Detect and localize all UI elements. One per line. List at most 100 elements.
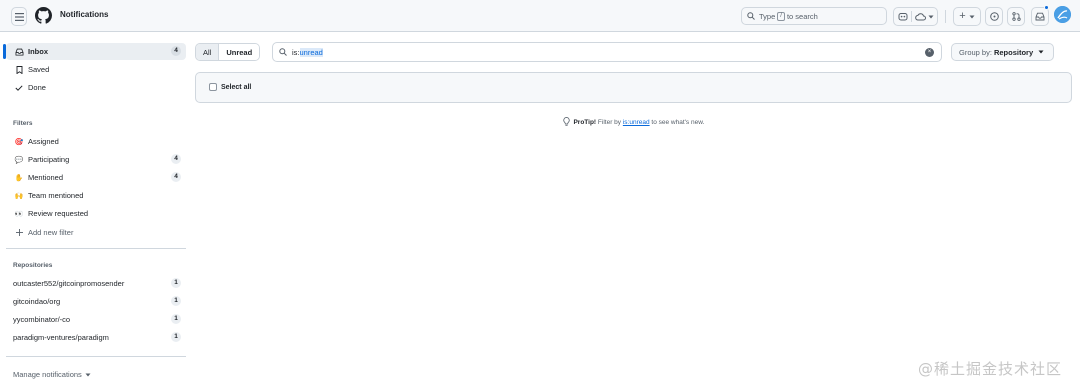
repo-count-badge: 1 xyxy=(171,278,181,288)
check-icon xyxy=(14,83,24,93)
query-value: unread xyxy=(299,47,323,57)
sidebar-divider xyxy=(6,248,186,249)
read-filter-tabs: All Unread xyxy=(195,43,261,61)
select-all-control[interactable]: Select all xyxy=(209,83,251,91)
add-new-filter-button[interactable]: Add new filter xyxy=(6,224,186,241)
sidebar: Inbox 4 Saved Done Filters 🎯 Assigned 💬 … xyxy=(0,32,190,383)
sidebar-item-label: Inbox xyxy=(28,47,48,56)
global-search-input[interactable]: Type / to search xyxy=(741,7,887,25)
repo-name: gitcoindao/org xyxy=(13,297,61,306)
raising-hands-icon: 🙌 xyxy=(14,192,24,200)
protip-text-before: Filter by xyxy=(597,119,622,126)
group-by-dropdown[interactable]: Group by: Repository xyxy=(951,43,1054,61)
sidebar-repo-item[interactable]: gitcoindao/org 1 xyxy=(6,293,186,310)
header-divider xyxy=(945,10,946,23)
close-icon: × xyxy=(927,49,932,55)
sidebar-item-label: Assigned xyxy=(28,137,59,146)
chevron-down-icon xyxy=(1038,50,1044,54)
select-all-checkbox[interactable] xyxy=(209,83,217,91)
manage-notifications-menu[interactable]: Manage notifications xyxy=(6,366,186,383)
select-all-label: Select all xyxy=(221,83,252,91)
speech-balloon-icon: 💬 xyxy=(14,156,24,164)
issue-opened-icon xyxy=(989,12,999,21)
sidebar-repo-item[interactable]: paradigm-ventures/paradigm 1 xyxy=(6,329,186,346)
sidebar-item-participating[interactable]: 💬 Participating 4 xyxy=(6,151,186,168)
raised-hand-icon: ✋ xyxy=(14,174,24,182)
eyes-icon: 👀 xyxy=(14,210,24,218)
group-by-label: Group by: xyxy=(959,47,992,57)
sidebar-item-done[interactable]: Done xyxy=(6,79,186,96)
github-logo-icon[interactable] xyxy=(35,7,52,24)
clear-filter-button[interactable]: × xyxy=(925,48,934,57)
pull-requests-button[interactable] xyxy=(1007,7,1025,26)
sidebar-item-mentioned[interactable]: ✋ Mentioned 4 xyxy=(6,169,186,186)
search-suffix-text: to search xyxy=(786,11,818,21)
search-icon xyxy=(747,12,755,20)
copilot-divider xyxy=(910,11,912,22)
git-pull-request-icon xyxy=(1011,12,1021,21)
repo-count-badge: 1 xyxy=(171,296,181,306)
repositories-section-title: Repositories xyxy=(13,262,53,269)
bookmark-icon xyxy=(14,65,24,75)
top-header: Notifications Type / to search + xyxy=(0,0,1080,32)
sidebar-item-label: Mentioned xyxy=(28,173,64,182)
sidebar-item-label: Team mentioned xyxy=(28,191,84,200)
repo-count-badge: 1 xyxy=(171,314,181,324)
mentioned-count-badge: 4 xyxy=(171,172,181,182)
repo-count-badge: 1 xyxy=(171,332,181,342)
copilot-icon xyxy=(898,13,907,21)
sidebar-repo-item[interactable]: yycombinator/-co 1 xyxy=(6,311,186,328)
manage-notifications-label: Manage notifications xyxy=(13,370,82,379)
light-bulb-icon xyxy=(563,117,570,126)
filters-section-title: Filters xyxy=(13,120,33,127)
sidebar-item-team-mentioned[interactable]: 🙌 Team mentioned xyxy=(6,187,186,204)
protip-text-after: to see what's new. xyxy=(651,119,705,126)
inbox-count-badge: 4 xyxy=(171,46,181,56)
participating-count-badge: 4 xyxy=(171,154,181,164)
plus-icon: + xyxy=(959,10,966,22)
add-filter-label: Add new filter xyxy=(28,228,74,237)
repo-name: paradigm-ventures/paradigm xyxy=(13,333,109,342)
sidebar-item-label: Participating xyxy=(28,155,70,164)
plus-icon xyxy=(14,228,24,238)
repo-name: outcaster552/gitcoinpromosender xyxy=(13,279,125,288)
notifications-list-header: Select all xyxy=(195,72,1072,103)
query-qualifier: is: xyxy=(292,47,300,57)
protip-message: ProTip! Filter by is:unread to see what'… xyxy=(195,117,1072,126)
search-prefix-text: Type xyxy=(759,11,776,21)
issues-button[interactable] xyxy=(985,7,1003,26)
search-shortcut-key: / xyxy=(777,11,785,21)
group-by-value: Repository xyxy=(993,47,1034,57)
cloud-icon xyxy=(914,12,926,21)
hamburger-icon xyxy=(14,12,24,21)
create-new-button[interactable]: + xyxy=(953,7,981,26)
sidebar-item-label: Saved xyxy=(28,65,50,74)
sidebar-item-inbox[interactable]: Inbox 4 xyxy=(6,43,186,60)
sidebar-item-saved[interactable]: Saved xyxy=(6,61,186,78)
tab-all[interactable]: All xyxy=(196,44,219,60)
inbox-icon xyxy=(14,47,24,57)
direct-hit-icon: 🎯 xyxy=(14,138,24,146)
user-avatar-icon xyxy=(1054,6,1071,23)
sidebar-item-review-requested[interactable]: 👀 Review requested xyxy=(6,205,186,222)
tab-unread[interactable]: Unread xyxy=(218,44,260,60)
avatar[interactable] xyxy=(1054,6,1071,23)
unread-indicator-dot xyxy=(1044,5,1049,10)
page-title: Notifications xyxy=(60,10,109,19)
protip-label: ProTip! xyxy=(573,119,597,126)
notification-filter-input[interactable]: is: unread × xyxy=(272,42,942,62)
chevron-down-icon xyxy=(969,15,975,18)
copilot-button[interactable] xyxy=(893,7,938,26)
watermark: @稀土掘金技术社区 xyxy=(918,360,1063,378)
sidebar-divider xyxy=(6,356,186,357)
chevron-down-icon xyxy=(85,373,91,376)
sidebar-repo-item[interactable]: outcaster552/gitcoinpromosender 1 xyxy=(6,275,186,292)
search-icon xyxy=(279,48,287,56)
sidebar-item-label: Review requested xyxy=(28,209,89,218)
repo-name: yycombinator/-co xyxy=(13,315,71,324)
menu-button[interactable] xyxy=(11,7,27,26)
sidebar-item-label: Done xyxy=(28,83,46,92)
protip-filter-link[interactable]: is:unread xyxy=(623,119,650,126)
sidebar-item-assigned[interactable]: 🎯 Assigned xyxy=(6,133,186,150)
inbox-icon xyxy=(1035,12,1045,21)
